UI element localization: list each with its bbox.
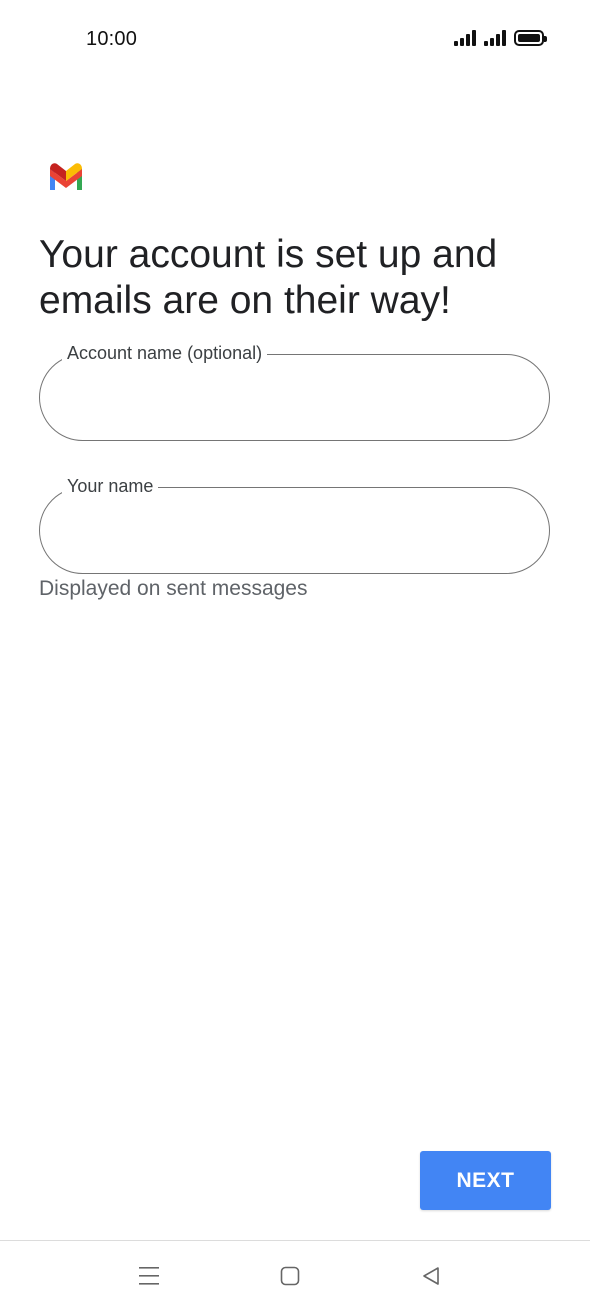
system-nav-bar bbox=[0, 1241, 590, 1312]
menu-icon[interactable] bbox=[134, 1261, 164, 1291]
home-icon[interactable] bbox=[275, 1261, 305, 1291]
your-name-helper-text: Displayed on sent messages bbox=[39, 577, 308, 600]
gmail-logo-icon bbox=[50, 163, 82, 190]
account-name-input[interactable] bbox=[66, 379, 525, 417]
next-button[interactable]: NEXT bbox=[420, 1151, 551, 1210]
status-bar: 10:00 bbox=[0, 0, 590, 80]
page-title: Your account is set up and emails are on… bbox=[39, 233, 498, 322]
signal-icon bbox=[484, 30, 506, 46]
battery-icon bbox=[514, 30, 547, 46]
back-icon[interactable] bbox=[416, 1261, 446, 1291]
your-name-label: Your name bbox=[62, 475, 159, 497]
your-name-input[interactable] bbox=[66, 512, 525, 550]
status-time: 10:00 bbox=[86, 28, 138, 50]
account-name-label: Account name (optional) bbox=[62, 342, 268, 364]
signal-icon bbox=[454, 30, 476, 46]
status-icons bbox=[454, 30, 547, 46]
your-name-field[interactable]: Your name bbox=[39, 475, 550, 574]
account-name-field[interactable]: Account name (optional) bbox=[39, 342, 550, 441]
